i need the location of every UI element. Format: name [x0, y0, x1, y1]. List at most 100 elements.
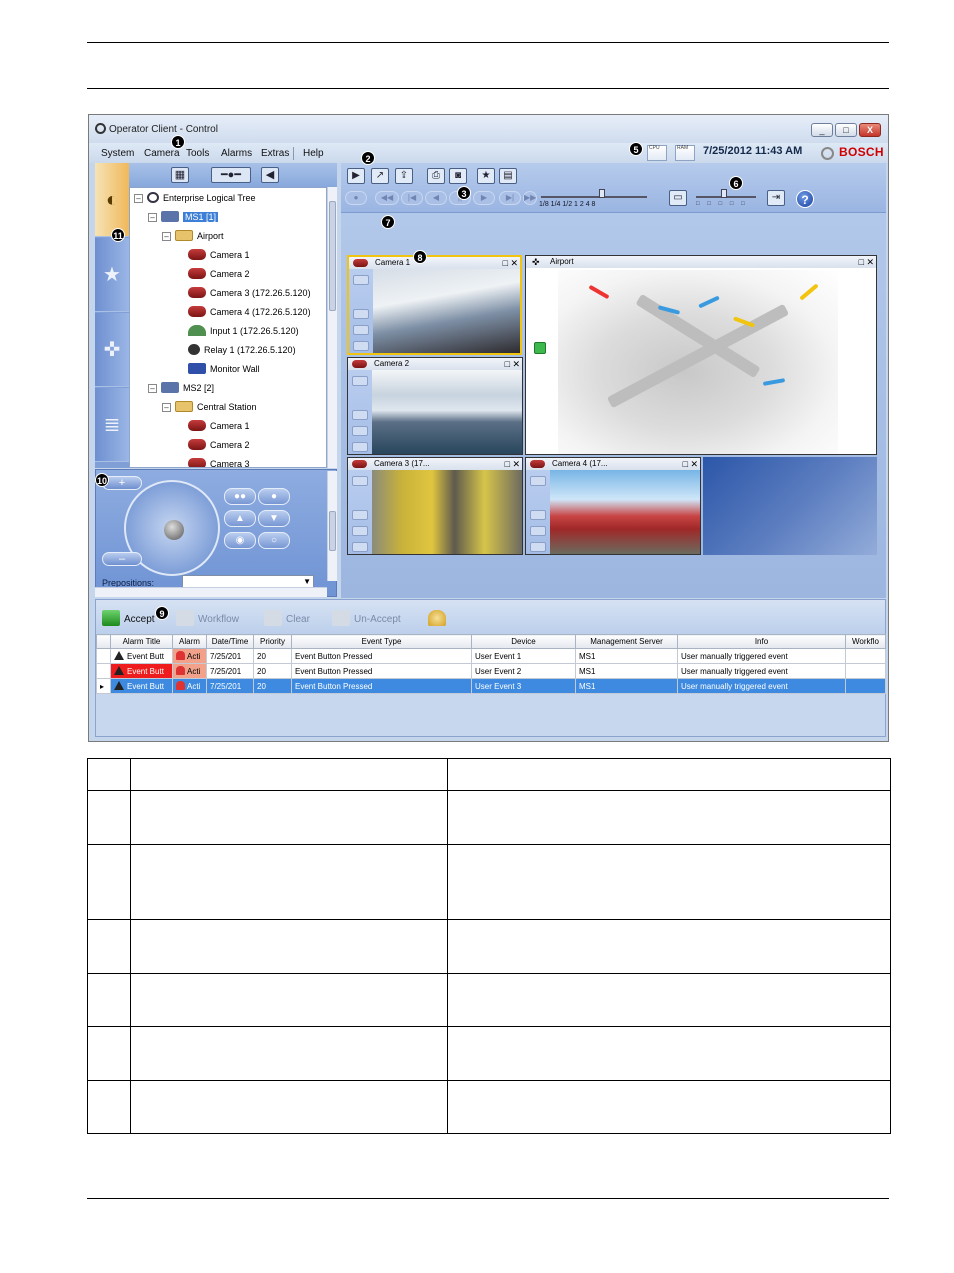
playback-mode-icon[interactable]: ▶	[347, 168, 365, 184]
playback-speed-track[interactable]	[541, 196, 647, 198]
maximize-pane-icon[interactable]: □	[505, 458, 510, 470]
collapse-icon[interactable]: –	[162, 232, 171, 241]
close-pane-icon[interactable]: ✕	[512, 458, 520, 470]
table-row-selected[interactable]: ▸ Event Butt Acti 7/25/201 20 Event Butt…	[96, 678, 886, 694]
snapshot-icon[interactable]: ◙	[449, 168, 467, 184]
next-icon[interactable]: ▶|	[499, 191, 521, 205]
fast-forward-icon[interactable]: ▶▶	[523, 191, 537, 205]
record-icon[interactable]	[352, 476, 368, 486]
menu-tools[interactable]: Tools	[186, 148, 209, 159]
tree-folder-airport[interactable]: – Airport	[162, 228, 224, 244]
playback-icon[interactable]	[352, 510, 368, 520]
menu-camera[interactable]: Camera	[144, 148, 180, 159]
close-pane-icon[interactable]: ✕	[510, 257, 518, 269]
close-pane-icon[interactable]: ✕	[512, 358, 520, 370]
playback-toggle-icon[interactable]: ●	[345, 191, 367, 205]
mute-icon[interactable]	[530, 542, 546, 552]
reverse-play-icon[interactable]: ◀	[425, 191, 447, 205]
table-row[interactable]: Event Butt Acti 7/25/201 20 Event Button…	[96, 663, 886, 679]
mute-icon[interactable]	[353, 341, 369, 351]
export-video-icon[interactable]: ⇪	[395, 168, 413, 184]
playback-icon[interactable]	[353, 309, 369, 319]
print-icon[interactable]: ⎙	[427, 168, 445, 184]
speaker-icon[interactable]: ◀	[261, 167, 279, 183]
tree-item[interactable]: Camera 3	[188, 456, 250, 467]
focus-far-button[interactable]: ●	[258, 488, 290, 505]
menu-alarms[interactable]: Alarms	[221, 148, 252, 159]
iris-open-button[interactable]: ▲	[224, 510, 256, 527]
image-pane-camera-3[interactable]: Camera 3 (17... □ ✕	[347, 457, 523, 555]
collapse-icon[interactable]: –	[134, 194, 143, 203]
tree-server-ms1[interactable]: – MS1 [1]	[148, 209, 219, 225]
image-pane-camera-4[interactable]: Camera 4 (17... □ ✕	[525, 457, 701, 555]
maximize-button[interactable]: □	[835, 123, 857, 137]
ptz-icon[interactable]	[353, 325, 369, 335]
live-mode-icon[interactable]: ▦	[171, 167, 189, 183]
ptz-icon[interactable]	[352, 426, 368, 436]
close-pane-icon[interactable]: ✕	[690, 458, 698, 470]
full-screen-icon[interactable]: ▭	[669, 190, 687, 206]
focus-near-button[interactable]: ●●	[224, 488, 256, 505]
column-header[interactable]: Priority	[253, 634, 292, 649]
collapse-icon[interactable]: –	[162, 403, 171, 412]
workflow-button[interactable]: Workflow	[176, 610, 239, 626]
aux-on-button[interactable]: ◉	[224, 532, 256, 549]
iris-close-button[interactable]: ▼	[258, 510, 290, 527]
accept-alarm-button[interactable]: Accept	[102, 610, 155, 626]
ptz-scroll-thumb[interactable]	[329, 511, 336, 551]
image-pane-camera-1[interactable]: Camera 1 □ ✕	[347, 255, 522, 355]
ptz-icon[interactable]	[530, 526, 546, 536]
image-pane-camera-2[interactable]: Camera 2 □ ✕	[347, 357, 523, 455]
ptz-center-knob[interactable]	[164, 520, 184, 540]
tab-favorites[interactable]: ★	[95, 238, 129, 312]
tree-item[interactable]: Camera 1	[188, 247, 250, 263]
column-header[interactable]: Date/Time	[206, 634, 254, 649]
zoom-out-button[interactable]: –	[102, 552, 142, 566]
add-favorite-icon[interactable]: ★	[477, 168, 495, 184]
minimize-button[interactable]: _	[811, 123, 833, 137]
tree-item[interactable]: Camera 1	[188, 418, 250, 434]
tab-map[interactable]: ✜	[95, 313, 129, 387]
column-header[interactable]: Workflo	[845, 634, 886, 649]
clear-alarm-button[interactable]: Clear	[264, 610, 310, 626]
tree-scrollbar[interactable]	[327, 187, 337, 468]
mute-icon[interactable]	[352, 542, 368, 552]
image-pane-empty[interactable]	[703, 457, 877, 555]
collapse-icon[interactable]: –	[148, 213, 157, 222]
close-pane-icon[interactable]: ✕	[866, 256, 874, 268]
table-row[interactable]: Event Butt Acti 7/25/201 20 Event Button…	[96, 648, 886, 664]
row-selector[interactable]	[96, 648, 111, 664]
maximize-pane-icon[interactable]: □	[683, 458, 688, 470]
playback-icon[interactable]	[352, 410, 368, 420]
maximize-pane-icon[interactable]: □	[505, 358, 510, 370]
record-icon[interactable]	[530, 476, 546, 486]
tree-item[interactable]: Relay 1 (172.26.5.120)	[188, 342, 296, 358]
tree-item[interactable]: Input 1 (172.26.5.120)	[188, 323, 299, 339]
menu-extras[interactable]: Extras	[261, 148, 289, 159]
tree-item[interactable]: Camera 4 (172.26.5.120)	[188, 304, 311, 320]
image-pane-layout-thumb[interactable]	[721, 189, 727, 198]
volume-slider-icon[interactable]: ━●━	[211, 167, 251, 183]
tree-server-ms2[interactable]: – MS2 [2]	[148, 380, 214, 396]
close-button[interactable]: X	[859, 123, 881, 137]
playback-icon[interactable]	[530, 510, 546, 520]
aux-off-button[interactable]: ○	[258, 532, 290, 549]
tree-item[interactable]: Monitor Wall	[188, 361, 260, 377]
instant-playback-icon[interactable]: ↗	[371, 168, 389, 184]
tree-item[interactable]: Camera 2	[188, 437, 250, 453]
tree-root[interactable]: – Enterprise Logical Tree	[134, 190, 256, 206]
column-header[interactable]: Management Server	[575, 634, 678, 649]
tree-item[interactable]: Camera 2	[188, 266, 250, 282]
column-header[interactable]: Info	[677, 634, 846, 649]
ptz-scrollbar[interactable]	[327, 471, 337, 581]
tree-item[interactable]: Camera 3 (172.26.5.120)	[188, 285, 311, 301]
film-strip-icon[interactable]: ▤	[499, 168, 517, 184]
menu-help[interactable]: Help	[303, 148, 324, 159]
row-selector[interactable]: ▸	[96, 678, 111, 694]
tree-folder-central-station[interactable]: – Central Station	[162, 399, 257, 415]
maximize-pane-icon[interactable]: □	[503, 257, 508, 269]
rewind-icon[interactable]: ◀◀	[375, 191, 399, 205]
ptz-hscrollbar[interactable]	[95, 587, 327, 597]
alarm-sound-button[interactable]	[428, 610, 450, 626]
tree-scroll-thumb[interactable]	[329, 201, 336, 311]
